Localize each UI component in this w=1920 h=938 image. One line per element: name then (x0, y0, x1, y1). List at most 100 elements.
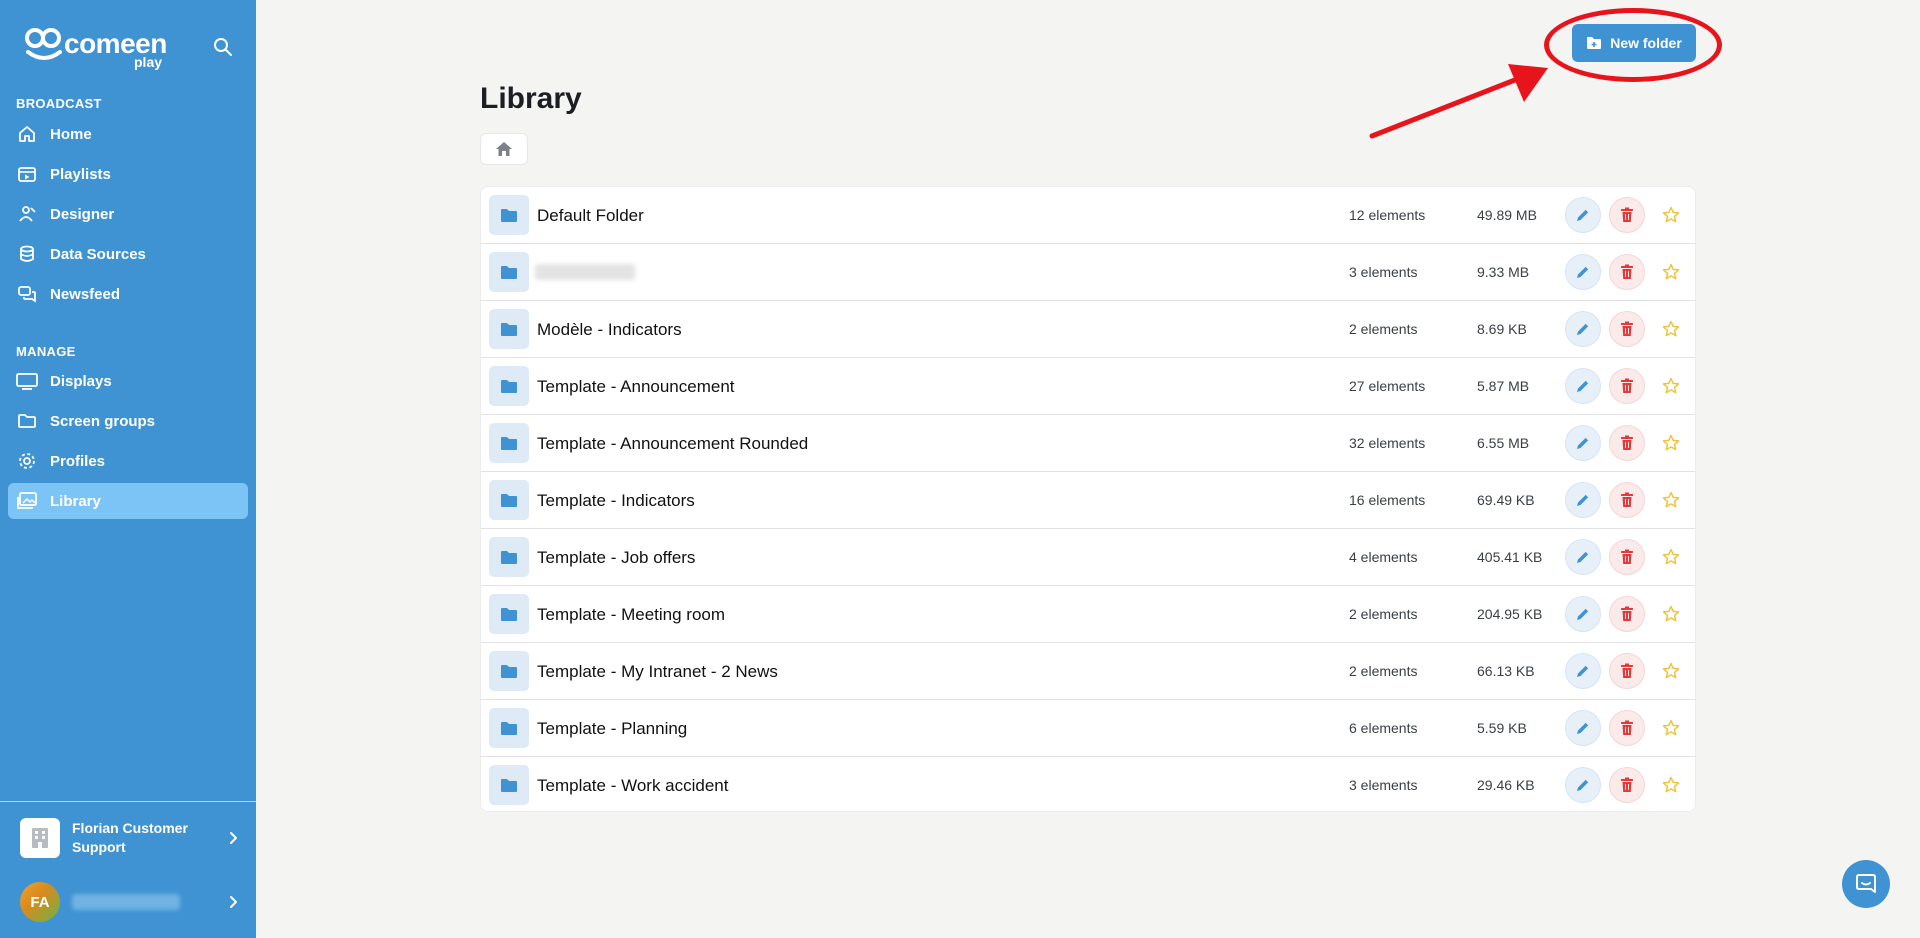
chevron-right-icon (230, 896, 237, 908)
favorite-button[interactable] (1653, 254, 1689, 290)
favorite-button[interactable] (1653, 596, 1689, 632)
edit-button[interactable] (1565, 710, 1601, 746)
favorite-button[interactable] (1653, 197, 1689, 233)
folder-size: 69.49 KB (1477, 492, 1535, 508)
delete-button[interactable] (1609, 596, 1645, 632)
star-outline-icon (1662, 206, 1680, 223)
sidebar-item-designer[interactable]: Designer (8, 196, 248, 232)
breadcrumb-home[interactable] (480, 133, 528, 165)
user-menu[interactable]: FA (20, 882, 240, 922)
folder-icon (489, 594, 529, 634)
pencil-icon (1577, 608, 1589, 620)
sidebar-item-newsfeed[interactable]: Newsfeed (8, 276, 248, 312)
sidebar-item-label: Newsfeed (50, 285, 121, 303)
table-row[interactable]: 3 elements 9.33 MB (481, 244, 1695, 301)
delete-button[interactable] (1609, 710, 1645, 746)
pencil-icon (1577, 323, 1589, 335)
organization-switcher[interactable]: Florian Customer Support (20, 818, 240, 858)
trash-icon (1621, 264, 1633, 279)
folder-size: 5.87 MB (1477, 378, 1530, 394)
folder-icon (489, 309, 529, 349)
sidebar-item-home[interactable]: Home (8, 116, 248, 152)
table-row[interactable]: Template - My Intranet - 2 News 2 elemen… (481, 643, 1695, 700)
delete-button[interactable] (1609, 311, 1645, 347)
favorite-button[interactable] (1653, 710, 1689, 746)
edit-button[interactable] (1565, 596, 1601, 632)
table-row[interactable]: Template - Job offers 4 elements 405.41 … (481, 529, 1695, 586)
edit-button[interactable] (1565, 653, 1601, 689)
newsfeed-icon (16, 283, 38, 305)
star-outline-icon (1662, 719, 1680, 736)
folder-icon (489, 708, 529, 748)
pencil-icon (1577, 722, 1589, 734)
edit-button[interactable] (1565, 197, 1601, 233)
sidebar-item-displays[interactable]: Displays (8, 363, 248, 399)
sidebar-item-library[interactable]: Library (8, 483, 248, 519)
pencil-icon (1577, 665, 1589, 677)
folder-icon (489, 366, 529, 406)
star-outline-icon (1662, 491, 1680, 508)
table-row[interactable]: Template - Meeting room 2 elements 204.9… (481, 586, 1695, 643)
delete-button[interactable] (1609, 368, 1645, 404)
pencil-icon (1577, 551, 1589, 563)
favorite-button[interactable] (1653, 482, 1689, 518)
delete-button[interactable] (1609, 254, 1645, 290)
sidebar-item-label: Home (50, 125, 92, 143)
favorite-button[interactable] (1653, 653, 1689, 689)
folder-icon (489, 480, 529, 520)
folder-name: Template - Meeting room (537, 605, 726, 624)
favorite-button[interactable] (1653, 767, 1689, 803)
edit-button[interactable] (1565, 539, 1601, 575)
delete-button[interactable] (1609, 197, 1645, 233)
search-icon[interactable] (212, 36, 234, 58)
edit-button[interactable] (1565, 254, 1601, 290)
star-outline-icon (1662, 377, 1680, 394)
chat-support-button[interactable] (1842, 860, 1890, 908)
delete-button[interactable] (1609, 653, 1645, 689)
folder-element-count: 27 elements (1349, 378, 1426, 394)
avatar: FA (20, 882, 60, 922)
favorite-button[interactable] (1653, 425, 1689, 461)
sidebar-item-playlists[interactable]: Playlists (8, 156, 248, 192)
edit-button[interactable] (1565, 482, 1601, 518)
table-row[interactable]: Template - Work accident 3 elements 29.4… (481, 757, 1695, 811)
folder-icon (489, 651, 529, 691)
folder-name-redacted (535, 264, 635, 280)
comeen-play-logo[interactable]: comeen play (24, 24, 174, 70)
table-row[interactable]: Default Folder 12 elements 49.89 MB (481, 187, 1695, 244)
sidebar-item-label: Profiles (50, 452, 106, 470)
delete-button[interactable] (1609, 539, 1645, 575)
folder-name: Modèle - Indicators (537, 320, 682, 339)
delete-button[interactable] (1609, 482, 1645, 518)
trash-icon (1621, 207, 1633, 222)
pencil-icon (1577, 779, 1589, 791)
trash-icon (1621, 777, 1633, 792)
folder-size: 204.95 KB (1477, 606, 1543, 622)
edit-button[interactable] (1565, 425, 1601, 461)
logo-subtext: play (134, 54, 163, 70)
sidebar-item-data-sources[interactable]: Data Sources (8, 236, 248, 272)
gear-icon (16, 450, 38, 472)
folder-element-count: 3 elements (1349, 777, 1418, 793)
delete-button[interactable] (1609, 767, 1645, 803)
favorite-button[interactable] (1653, 368, 1689, 404)
star-outline-icon (1662, 605, 1680, 622)
folder-size: 9.33 MB (1477, 264, 1530, 280)
table-row[interactable]: Modèle - Indicators 2 elements 8.69 KB (481, 301, 1695, 358)
favorite-button[interactable] (1653, 539, 1689, 575)
user-name-redacted (72, 894, 180, 910)
edit-button[interactable] (1565, 368, 1601, 404)
favorite-button[interactable] (1653, 311, 1689, 347)
edit-button[interactable] (1565, 767, 1601, 803)
delete-button[interactable] (1609, 425, 1645, 461)
folder-size: 49.89 MB (1477, 207, 1537, 223)
table-row[interactable]: Template - Announcement 27 elements 5.87… (481, 358, 1695, 415)
sidebar-item-profiles[interactable]: Profiles (8, 443, 248, 479)
table-row[interactable]: Template - Indicators 16 elements 69.49 … (481, 472, 1695, 529)
table-row[interactable]: Template - Announcement Rounded 32 eleme… (481, 415, 1695, 472)
edit-button[interactable] (1565, 311, 1601, 347)
sidebar-item-screen-groups[interactable]: Screen groups (8, 403, 248, 439)
home-icon (496, 142, 512, 156)
trash-icon (1621, 435, 1633, 450)
table-row[interactable]: Template - Planning 6 elements 5.59 KB (481, 700, 1695, 757)
